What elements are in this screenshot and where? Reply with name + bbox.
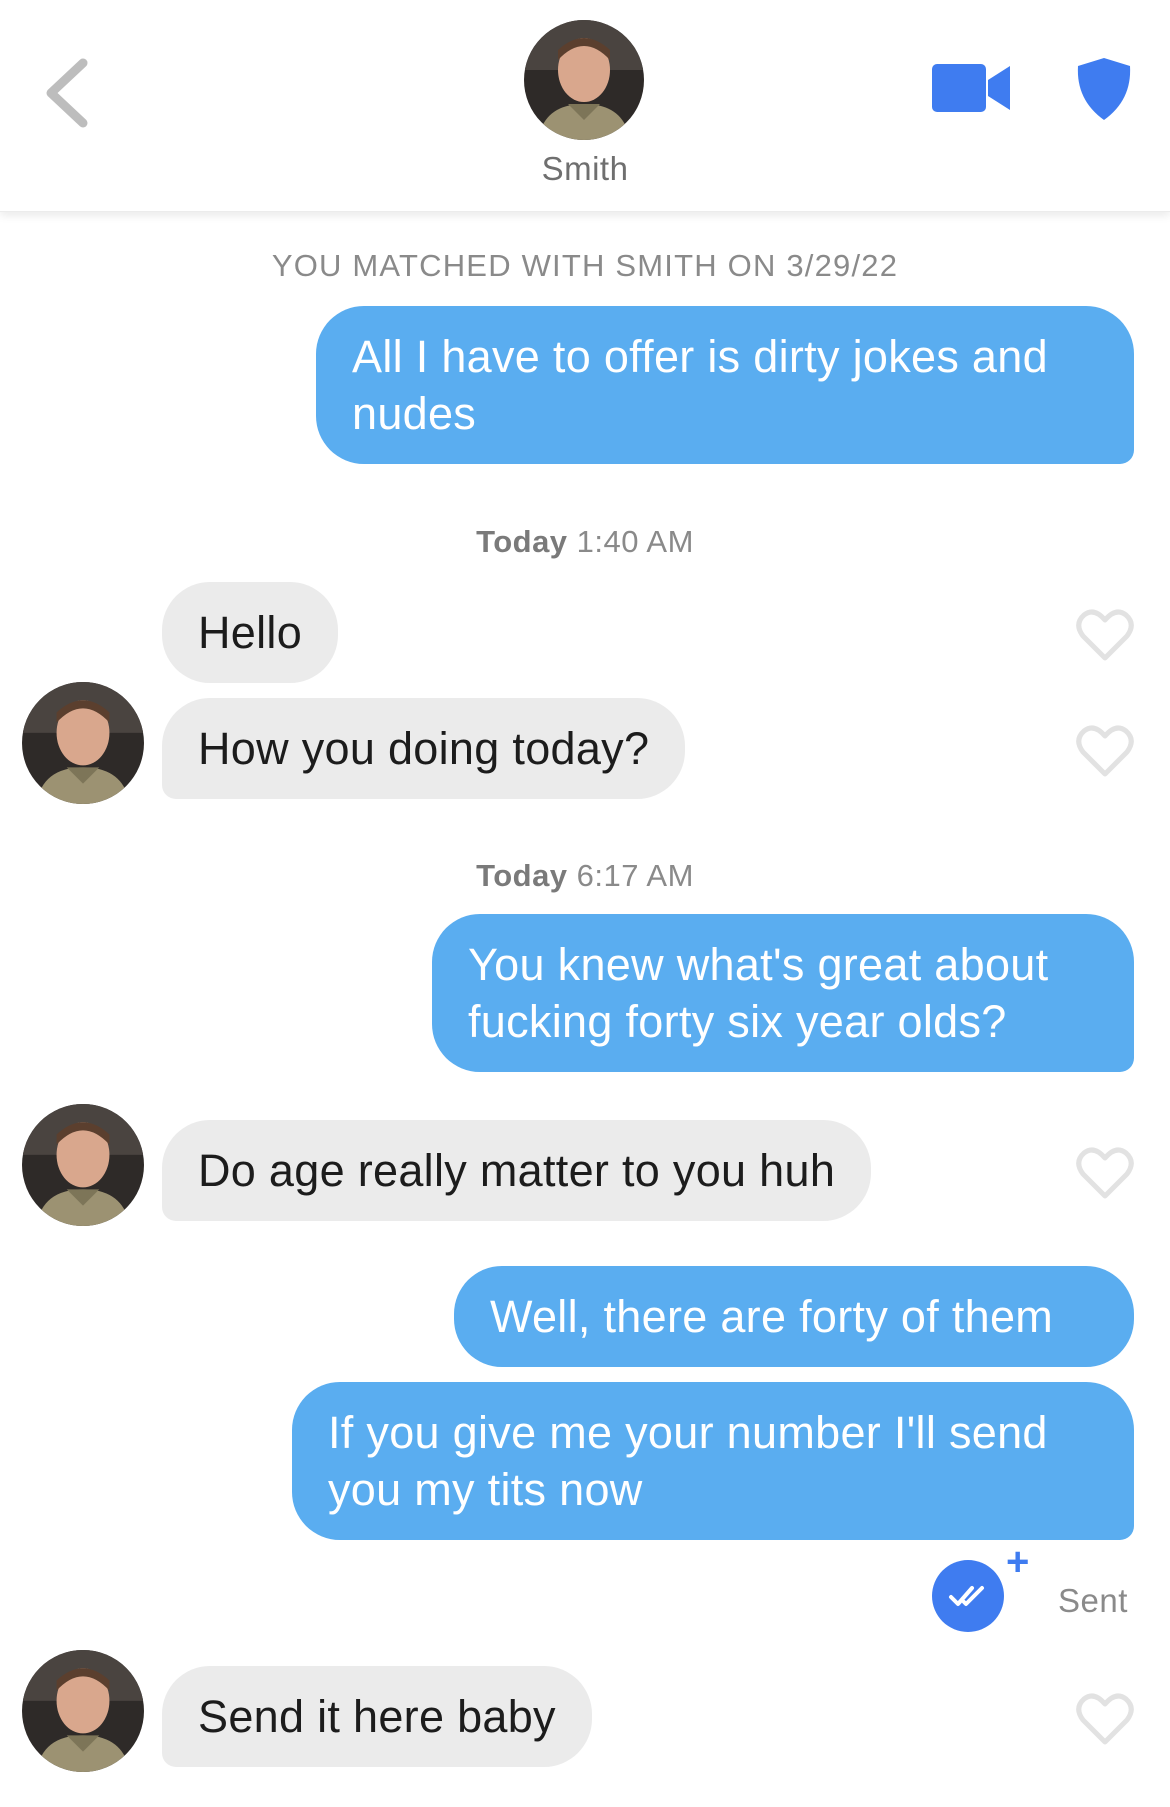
header-avatar[interactable] (524, 20, 644, 140)
heart-icon (1076, 1147, 1134, 1199)
safety-shield-button[interactable] (1074, 56, 1134, 122)
sender-avatar[interactable] (22, 682, 144, 804)
video-camera-icon (932, 64, 1010, 112)
outgoing-message-bubble[interactable]: All I have to offer is dirty jokes and n… (316, 306, 1134, 464)
timestamp-day: Today (476, 524, 577, 559)
incoming-message-bubble[interactable]: Do age really matter to you huh (162, 1120, 872, 1221)
shield-icon (1077, 58, 1131, 120)
heart-icon (1076, 609, 1134, 661)
profile-photo (22, 682, 144, 804)
like-heart-button[interactable] (1076, 1146, 1134, 1200)
timestamp-time: 1:40 AM (576, 524, 694, 559)
chat-screen: Smith YOU MATCHED WITH SMITH ON 3/29/22 … (0, 0, 1170, 1807)
timestamp: Today 1:40 AM (0, 524, 1170, 560)
match-name: Smith (541, 150, 629, 187)
video-call-button[interactable] (930, 60, 1014, 116)
read-receipt-badge[interactable] (932, 1560, 1004, 1632)
incoming-message-bubble[interactable]: How you doing today? (162, 698, 686, 799)
sender-avatar[interactable] (22, 1104, 144, 1226)
sent-status-label: Sent (1058, 1582, 1128, 1619)
back-button[interactable] (36, 48, 96, 138)
heart-icon (1076, 1693, 1134, 1745)
incoming-message-bubble[interactable]: Send it here baby (162, 1666, 592, 1767)
timestamp-time: 6:17 AM (576, 858, 694, 893)
heart-icon (1076, 725, 1134, 777)
timestamp-day: Today (476, 858, 577, 893)
outgoing-message-bubble[interactable]: If you give me your number I'll send you… (292, 1382, 1134, 1540)
read-receipt-plus[interactable]: + (1006, 1542, 1029, 1582)
like-heart-button[interactable] (1076, 1692, 1134, 1746)
profile-photo (22, 1104, 144, 1226)
incoming-message-bubble[interactable]: Hello (162, 582, 339, 683)
chat-header: Smith (0, 0, 1170, 212)
profile-photo (22, 1650, 144, 1772)
sender-avatar[interactable] (22, 1650, 144, 1772)
like-heart-button[interactable] (1076, 608, 1134, 662)
match-notice: YOU MATCHED WITH SMITH ON 3/29/22 (271, 248, 899, 283)
outgoing-message-bubble[interactable]: You knew what's great about fucking fort… (432, 914, 1134, 1072)
outgoing-message-bubble[interactable]: Well, there are forty of them (454, 1266, 1134, 1367)
profile-photo (524, 20, 644, 140)
like-heart-button[interactable] (1076, 724, 1134, 778)
double-check-icon (949, 1586, 984, 1606)
timestamp: Today 6:17 AM (0, 858, 1170, 894)
chevron-left-icon (46, 58, 88, 128)
